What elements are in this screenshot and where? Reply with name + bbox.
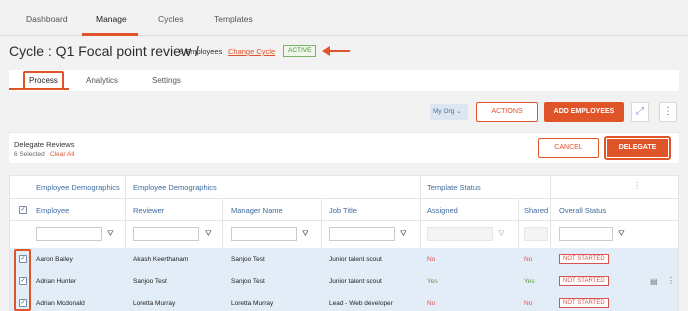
delegate-button-highlight[interactable]: DELEGATE	[604, 136, 671, 160]
cell-job-title: Lead - Web developer	[329, 300, 393, 307]
cell-job-title: Junior talent scout	[329, 278, 382, 285]
page-title: Cycle : Q1 Focal point review /	[9, 43, 199, 59]
filter-icon[interactable]: ⛛	[302, 229, 309, 239]
col-header-employee[interactable]: Employee	[36, 206, 69, 215]
row-more-icon[interactable]: ⋮	[667, 276, 675, 285]
annotation-arrow-icon	[322, 46, 350, 56]
col-header-job-title[interactable]: Job Title	[329, 206, 357, 215]
cell-assigned: No	[427, 256, 436, 263]
status-badge: NOT STARTED	[559, 298, 609, 308]
add-employees-button[interactable]: ADD EMPLOYEES	[544, 102, 624, 122]
chevron-down-icon: ⌄	[456, 108, 462, 115]
org-filter-select[interactable]: My Org ⌄	[430, 104, 468, 120]
more-options-icon[interactable]: ⋮	[659, 102, 677, 122]
clear-all-link[interactable]: Clear All	[50, 151, 74, 158]
document-icon[interactable]: ▤	[650, 277, 658, 286]
tab-settings[interactable]: Settings	[152, 76, 181, 85]
cell-assigned: No	[427, 300, 436, 307]
col-header-manager[interactable]: Manager Name	[231, 206, 283, 215]
assigned-filter-input	[427, 227, 493, 241]
filter-icon[interactable]: ⛛	[107, 229, 114, 239]
actions-button[interactable]: ACTIONS	[476, 102, 538, 122]
nav-tab-dashboard[interactable]: Dashboard	[26, 14, 68, 24]
group-header-template-status: Template Status	[427, 183, 481, 192]
cancel-button[interactable]: CANCEL	[538, 138, 599, 158]
column-options-icon[interactable]: ⋮	[633, 181, 641, 190]
cell-assigned: Yes	[427, 278, 438, 285]
cell-employee: Adrian Mcdonald	[36, 300, 85, 307]
col-header-reviewer[interactable]: Reviewer	[133, 206, 164, 215]
manager-filter-input[interactable]	[231, 227, 297, 241]
nav-tab-cycles[interactable]: Cycles	[158, 14, 184, 24]
filter-icon[interactable]: ⛛	[205, 229, 212, 239]
top-nav: Dashboard Manage Cycles Templates	[0, 0, 688, 36]
status-badge: NOT STARTED	[559, 254, 609, 264]
filter-icon[interactable]: ⛛	[400, 229, 407, 239]
change-cycle-link[interactable]: Change Cycle	[228, 47, 275, 56]
filter-icon: ⛛	[498, 229, 505, 238]
selected-count: 6 Selected	[14, 151, 45, 158]
employee-filter-input[interactable]	[36, 227, 102, 241]
employee-count: 8 Employees	[179, 47, 223, 56]
checkbox-highlight	[14, 249, 31, 311]
cell-reviewer: Loretta Murray	[133, 300, 176, 307]
select-all-checkbox[interactable]: ✓	[19, 206, 27, 214]
active-tab-indicator	[82, 33, 138, 36]
cell-shared: No	[524, 300, 533, 307]
active-subtab-indicator	[9, 88, 69, 90]
nav-tab-templates[interactable]: Templates	[214, 14, 253, 24]
shared-filter-input	[524, 227, 548, 241]
cell-job-title: Junior talent scout	[329, 256, 382, 263]
status-badge: ACTIVE	[283, 45, 317, 57]
sub-tabs: Process Analytics Settings	[9, 70, 679, 91]
nav-tab-manage[interactable]: Manage	[96, 14, 127, 24]
delegate-button[interactable]: DELEGATE	[607, 139, 668, 157]
org-label: My Org	[433, 108, 455, 115]
col-header-overall-status[interactable]: Overall Status	[559, 206, 606, 215]
cell-employee: Aaron Bailey	[36, 256, 73, 263]
expand-icon[interactable]: ⤢	[631, 102, 649, 122]
cell-shared: No	[524, 256, 533, 263]
cell-manager: Sanjoo Test	[231, 278, 265, 285]
job-title-filter-input[interactable]	[329, 227, 395, 241]
cell-employee: Adrian Hunter	[36, 278, 77, 285]
cell-reviewer: Sanjoo Test	[133, 278, 167, 285]
cell-manager: Loretta Murray	[231, 300, 274, 307]
reviewer-filter-input[interactable]	[133, 227, 199, 241]
group-header-demographics-2: Employee Demographics	[133, 183, 217, 192]
status-filter-input[interactable]	[559, 227, 613, 241]
cell-shared: Yes	[524, 278, 535, 285]
col-header-shared[interactable]: Shared	[524, 206, 548, 215]
group-header-demographics: Employee Demographics	[36, 183, 120, 192]
col-header-assigned[interactable]: Assigned	[427, 206, 458, 215]
status-badge: NOT STARTED	[559, 276, 609, 286]
cell-reviewer: Akash Keerthanam	[133, 256, 189, 263]
filter-icon[interactable]: ⛛	[618, 229, 625, 239]
delegate-title: Delegate Reviews	[14, 140, 75, 149]
tab-analytics[interactable]: Analytics	[86, 76, 118, 85]
cell-manager: Sanjoo Test	[231, 256, 265, 263]
